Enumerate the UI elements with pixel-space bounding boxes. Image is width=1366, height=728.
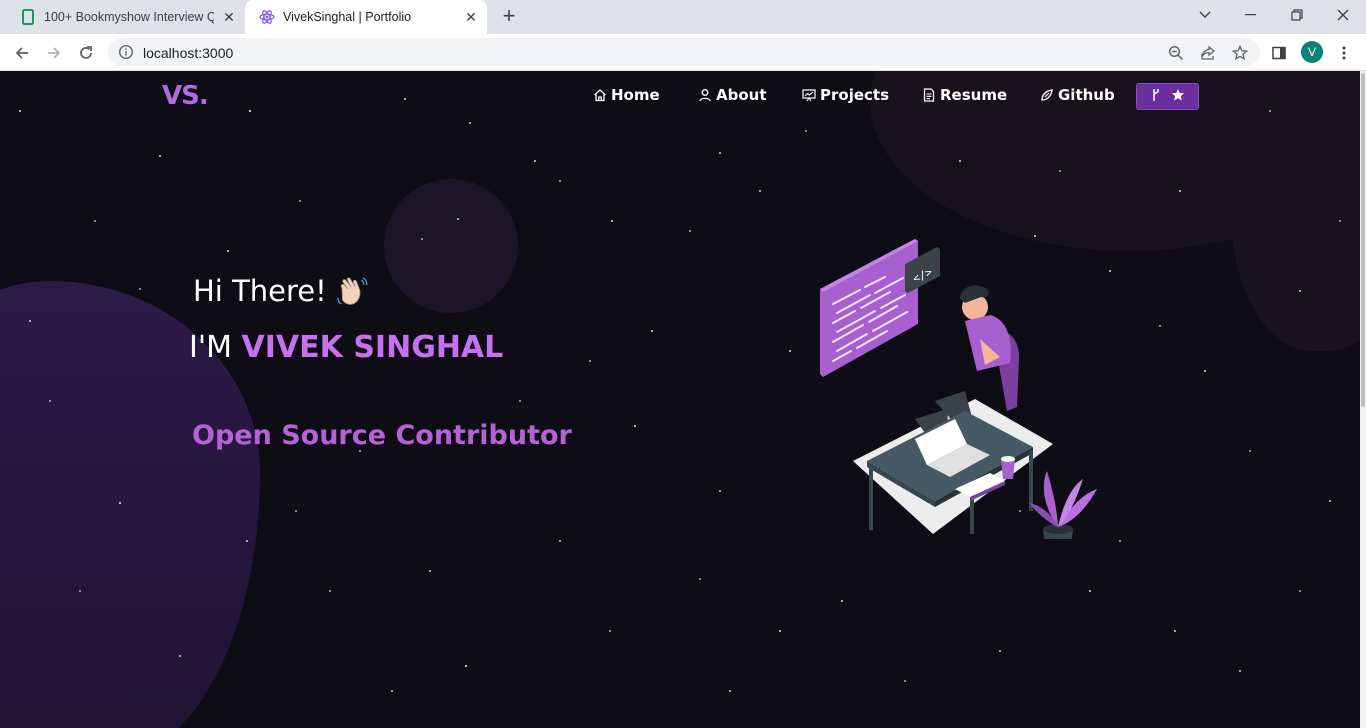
google-sheets-icon bbox=[20, 9, 36, 25]
nav-resume[interactable]: Resume bbox=[922, 86, 1007, 104]
star-icon bbox=[1171, 88, 1185, 105]
nav-home[interactable]: Home bbox=[593, 86, 660, 104]
hero-name: VIVEK SINGHAL bbox=[241, 330, 504, 365]
url-text: localhost:3000 bbox=[143, 45, 234, 61]
share-icon[interactable] bbox=[1199, 44, 1217, 62]
bookmark-star-icon[interactable] bbox=[1231, 44, 1249, 62]
document-icon bbox=[922, 88, 936, 102]
nav-label: Projects bbox=[820, 86, 890, 104]
menu-kebab-icon[interactable] bbox=[1331, 40, 1357, 66]
tab-strip: 100+ Bookmyshow Interview Qu ✕ VivekSing… bbox=[0, 0, 1366, 34]
site-info-icon[interactable] bbox=[118, 44, 134, 60]
restore-button[interactable] bbox=[1275, 0, 1319, 30]
github-icon bbox=[1040, 88, 1054, 102]
hero-name-line: I'M VIVEK SINGHAL bbox=[189, 330, 503, 365]
tab-search-chevron-icon[interactable] bbox=[1183, 0, 1227, 30]
scrollbar-thumb[interactable] bbox=[1361, 73, 1365, 407]
browser-toolbar: localhost:3000 V bbox=[0, 34, 1366, 71]
nav-projects[interactable]: Projects bbox=[802, 86, 889, 104]
side-panel-icon[interactable] bbox=[1266, 40, 1292, 66]
tab-close-icon[interactable]: ✕ bbox=[463, 9, 479, 25]
back-button[interactable] bbox=[9, 40, 35, 66]
starfield bbox=[19, 98, 1341, 692]
iam-prefix: I'M bbox=[189, 330, 232, 365]
nav-label: Home bbox=[611, 86, 660, 104]
forward-button[interactable] bbox=[41, 40, 67, 66]
developer-at-desk-illustration: </> bbox=[820, 239, 1097, 539]
react-atom-icon bbox=[259, 9, 275, 25]
minimize-button[interactable] bbox=[1229, 0, 1273, 30]
tab-close-icon[interactable]: ✕ bbox=[221, 9, 237, 25]
zoom-icon[interactable] bbox=[1167, 44, 1185, 62]
git-fork-icon bbox=[1151, 88, 1161, 105]
user-icon bbox=[698, 88, 712, 102]
tab-bookmyshow[interactable]: 100+ Bookmyshow Interview Qu ✕ bbox=[0, 0, 245, 34]
waving-hand-icon bbox=[334, 274, 370, 310]
projects-icon bbox=[802, 88, 816, 102]
tab-title: 100+ Bookmyshow Interview Qu bbox=[44, 10, 214, 24]
home-icon bbox=[593, 88, 607, 102]
tab-portfolio[interactable]: VivekSinghal | Portfolio ✕ bbox=[245, 0, 487, 34]
nav-label: About bbox=[716, 86, 767, 104]
hero-greeting: Hi There! bbox=[193, 274, 327, 308]
new-tab-button[interactable]: + bbox=[496, 5, 522, 29]
site-logo[interactable]: VS. bbox=[162, 81, 209, 111]
page-scrollbar[interactable] bbox=[1360, 71, 1366, 728]
close-window-button[interactable] bbox=[1321, 0, 1365, 30]
reload-button[interactable] bbox=[73, 40, 99, 66]
profile-avatar[interactable]: V bbox=[1301, 41, 1323, 63]
nav-about[interactable]: About bbox=[698, 86, 767, 104]
nav-label: Github bbox=[1058, 86, 1115, 104]
nav-github[interactable]: Github bbox=[1040, 86, 1115, 104]
address-bar[interactable]: localhost:3000 bbox=[108, 38, 1260, 66]
hero-role-typewriter: Open Source Contributor bbox=[192, 420, 572, 451]
portfolio-page: VS. Home About Projects Resume Github Hi… bbox=[0, 71, 1360, 728]
nav-label: Resume bbox=[940, 86, 1008, 104]
tab-title: VivekSinghal | Portfolio bbox=[283, 10, 412, 24]
fork-star-button[interactable] bbox=[1136, 83, 1199, 110]
